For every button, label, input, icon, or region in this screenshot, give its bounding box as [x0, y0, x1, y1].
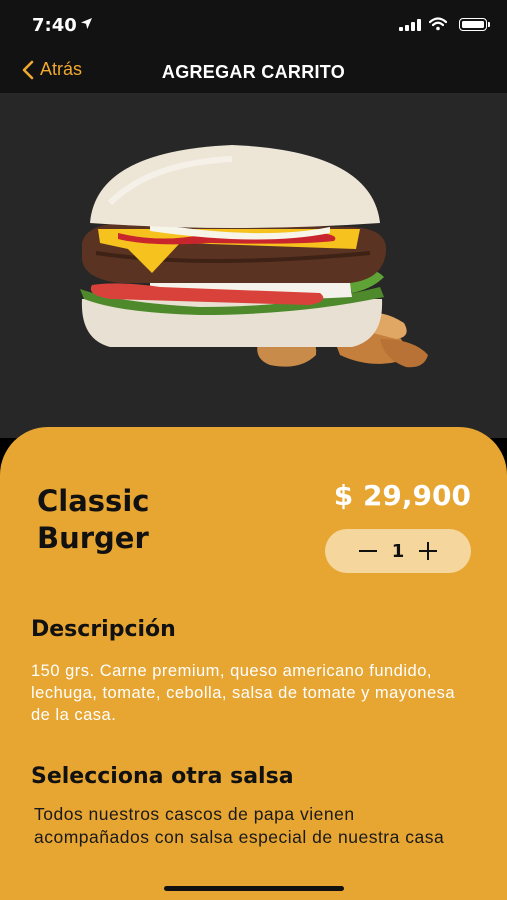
- sauce-description: Todos nuestros cascos de papa vienen aco…: [34, 804, 445, 847]
- product-image-area: [0, 93, 507, 438]
- product-name: Classic Burger: [37, 484, 150, 555]
- plus-icon: [419, 542, 438, 560]
- product-price: $ 29,900: [333, 479, 471, 512]
- location-arrow-icon: [80, 17, 93, 35]
- battery-icon: [459, 18, 490, 31]
- page-title: AGREGAR CARRITO: [161, 62, 346, 82]
- description-text: 150 grs. Carne premium, queso americano …: [31, 662, 456, 724]
- navigation-bar: Atrás AGREGAR CARRITO: [0, 50, 507, 93]
- wifi-icon: [428, 17, 448, 36]
- decrease-quantity-button[interactable]: [350, 533, 386, 569]
- product-image: [80, 145, 428, 368]
- product-detail-sheet: Classic Burger $ 29,900 1 Descripción 15…: [0, 427, 507, 900]
- increase-quantity-button[interactable]: [410, 533, 446, 569]
- status-bar: 7:40: [0, 0, 507, 50]
- cellular-signal-icon: [399, 19, 421, 31]
- description-heading: Descripción: [31, 617, 176, 642]
- sauce-heading: Selecciona otra salsa: [31, 764, 294, 789]
- quantity-stepper: 1: [325, 529, 471, 573]
- status-time: 7:40: [32, 15, 77, 36]
- quantity-value: 1: [391, 540, 405, 562]
- home-indicator[interactable]: [164, 886, 344, 891]
- minus-icon: [358, 550, 377, 552]
